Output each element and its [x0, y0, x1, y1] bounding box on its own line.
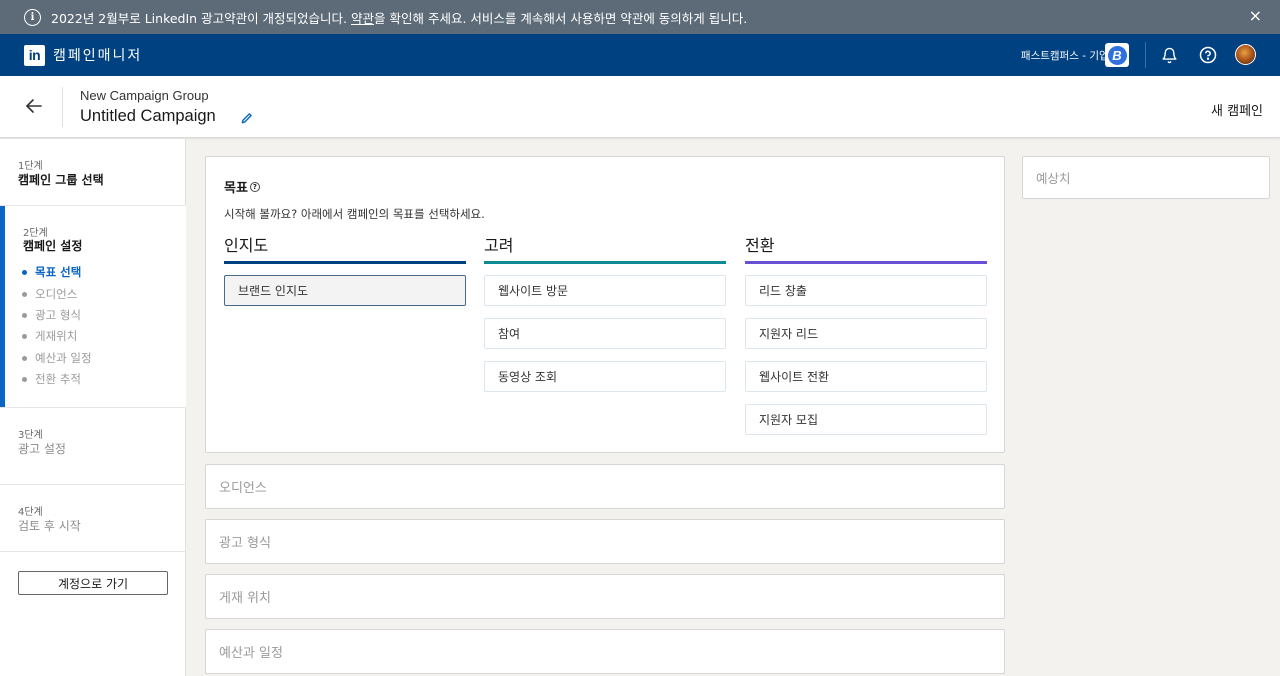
step-title: 캠페인 설정: [23, 239, 83, 253]
go-to-account-button[interactable]: 계정으로 가기: [18, 571, 168, 595]
column-title: 전환: [745, 236, 775, 255]
objective-label: 목표 ?: [224, 177, 260, 196]
objective-option[interactable]: 지원자 모집: [745, 404, 987, 435]
column-underline: [484, 261, 726, 264]
objective-option[interactable]: 지원자 리드: [745, 318, 987, 349]
subitem-audience[interactable]: 오디언스: [22, 286, 77, 302]
close-icon[interactable]: ×: [1249, 7, 1262, 25]
subitem-placement[interactable]: 게재위치: [22, 328, 77, 344]
avatar[interactable]: [1235, 44, 1256, 65]
new-campaign-label: 새 캠페인: [1211, 104, 1263, 119]
subitem-budget[interactable]: 예산과 일정: [22, 350, 92, 366]
objective-option[interactable]: 참여: [484, 318, 726, 349]
campaign-group-name[interactable]: New Campaign Group: [80, 88, 209, 103]
step-title: 광고 설정: [18, 442, 66, 456]
account-badge-letter: B: [1107, 45, 1127, 65]
objective-option[interactable]: 브랜드 인지도: [224, 275, 466, 306]
bullet-icon: [22, 355, 27, 361]
objective-title: 목표: [224, 181, 248, 196]
column-underline: [745, 261, 987, 264]
objective-option[interactable]: 동영상 조회: [484, 361, 726, 392]
header-divider: [62, 87, 63, 127]
back-arrow-icon[interactable]: [22, 94, 46, 118]
step-number: 3단계: [18, 430, 43, 441]
subitem-label: 오디언스: [35, 287, 78, 301]
objective-card: 목표 ? 시작해 볼까요? 아래에서 캠페인의 목표를 선택하세요. 인지도 브…: [205, 156, 1005, 453]
subitem-label: 전환 추적: [35, 372, 81, 386]
objective-option[interactable]: 리드 창출: [745, 275, 987, 306]
column-title: 인지도: [224, 236, 269, 255]
step-title: 캠페인 그룹 선택: [18, 173, 104, 187]
steps-sidebar: 1단계 캠페인 그룹 선택 2단계 캠페인 설정 목표 선택 오디언스 광고 형…: [0, 139, 186, 676]
nav-divider: [1145, 42, 1146, 68]
bullet-icon: [22, 376, 27, 382]
subitem-ad-format[interactable]: 광고 형식: [22, 307, 81, 323]
subitem-objective[interactable]: 목표 선택: [22, 264, 81, 280]
step-number: 1단계: [18, 161, 43, 172]
notice-text: 2022년 2월부로 LinkedIn 광고약관이 개정되었습니다. 약관을 확…: [51, 8, 747, 27]
notice-text-after: 을 확인해 주세요. 서비스를 계속해서 사용하면 약관에 동의하게 됩니다.: [374, 10, 748, 26]
step-title: 검토 후 시작: [18, 519, 81, 533]
section-placement[interactable]: 게재 위치: [205, 574, 1005, 619]
active-step-indicator: [0, 206, 5, 407]
subitem-conversion[interactable]: 전환 추적: [22, 371, 81, 387]
subitem-label: 예산과 일정: [35, 351, 92, 365]
objective-column-conversion: 전환 리드 창출 지원자 리드 웹사이트 전환 지원자 모집: [745, 232, 987, 447]
notice-text-before: 2022년 2월부로 LinkedIn 광고약관이 개정되었습니다.: [51, 10, 351, 26]
linkedin-logo[interactable]: in: [24, 44, 45, 66]
edit-pencil-icon[interactable]: [240, 110, 254, 124]
section-budget-schedule[interactable]: 예산과 일정: [205, 629, 1005, 674]
step-2[interactable]: 2단계 캠페인 설정 목표 선택 오디언스 광고 형식 게재위치 예산과 일정 …: [0, 206, 186, 408]
app-name: 캠페인매니저: [53, 48, 143, 64]
step-3[interactable]: 3단계 광고 설정: [0, 408, 186, 485]
info-icon: i: [24, 8, 41, 26]
bullet-icon: [22, 333, 27, 339]
step-1[interactable]: 1단계 캠페인 그룹 선택: [0, 139, 186, 206]
section-ad-format[interactable]: 광고 형식: [205, 519, 1005, 564]
step-number: 4단계: [18, 507, 43, 518]
objective-option[interactable]: 웹사이트 전환: [745, 361, 987, 392]
help-icon[interactable]: ?: [249, 181, 260, 192]
bell-icon[interactable]: [1159, 45, 1179, 65]
account-badge[interactable]: B: [1105, 43, 1129, 67]
step-4[interactable]: 4단계 검토 후 시작: [0, 485, 186, 552]
subitem-label: 광고 형식: [35, 308, 81, 322]
terms-link[interactable]: 약관: [351, 11, 374, 26]
estimate-panel: 예상치: [1022, 156, 1270, 199]
column-underline: [224, 261, 466, 264]
notice-bar: i 2022년 2월부로 LinkedIn 광고약관이 개정되었습니다. 약관을…: [0, 0, 1280, 34]
help-icon[interactable]: [1198, 45, 1218, 65]
campaign-header: New Campaign Group Untitled Campaign 새 캠…: [0, 76, 1280, 138]
bullet-icon: [22, 269, 27, 275]
objective-column-consideration: 고려 웹사이트 방문 참여 동영상 조회: [484, 232, 726, 404]
objective-option[interactable]: 웹사이트 방문: [484, 275, 726, 306]
objective-intro: 시작해 볼까요? 아래에서 캠페인의 목표를 선택하세요.: [224, 207, 485, 221]
objective-column-awareness: 인지도 브랜드 인지도: [224, 232, 466, 318]
bullet-icon: [22, 312, 27, 318]
bullet-icon: [22, 291, 27, 297]
subitem-label: 게재위치: [35, 329, 78, 343]
campaign-name[interactable]: Untitled Campaign: [80, 107, 216, 126]
section-audience[interactable]: 오디언스: [205, 464, 1005, 509]
top-nav: in 캠페인매니저 패스트캠퍼스 - 기업교육 B: [0, 34, 1280, 76]
subitem-label: 목표 선택: [35, 265, 82, 279]
column-title: 고려: [484, 236, 514, 255]
